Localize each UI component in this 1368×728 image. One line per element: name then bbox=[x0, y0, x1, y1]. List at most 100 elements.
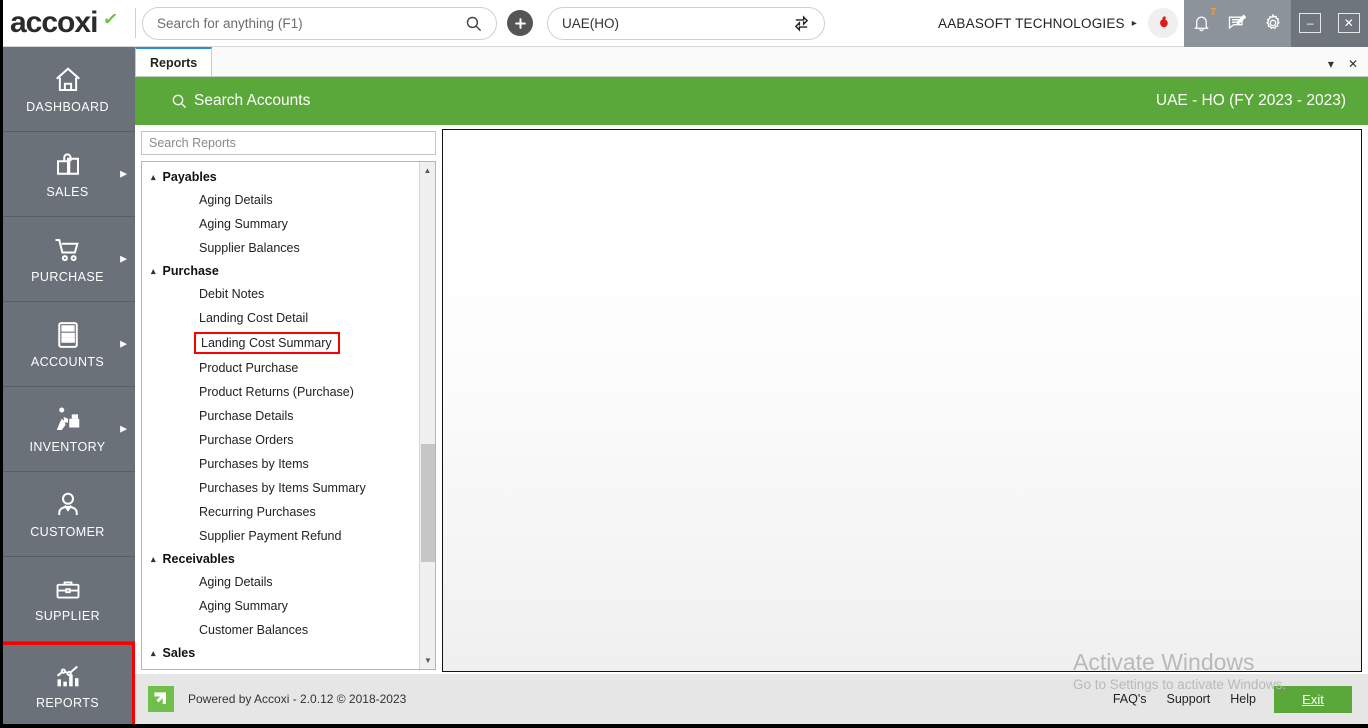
reports-panel: ▴ Payables Aging Details Aging Summary S… bbox=[141, 131, 436, 674]
accoxi-arrow-icon bbox=[148, 686, 174, 712]
tree-item[interactable]: Aging Summary bbox=[142, 212, 420, 236]
app-logo: accoxi ✓ bbox=[0, 8, 135, 38]
sidebar-item-supplier[interactable]: SUPPLIER bbox=[0, 557, 135, 642]
chevron-down-icon[interactable]: ▾ bbox=[1328, 57, 1334, 71]
tree-group-payables[interactable]: ▴ Payables bbox=[142, 166, 420, 188]
tree-group-sales[interactable]: ▴ Sales bbox=[142, 642, 420, 664]
sidebar-label: DASHBOARD bbox=[26, 99, 109, 114]
chevron-up-icon: ▴ bbox=[151, 171, 156, 182]
report-content-area bbox=[442, 129, 1362, 672]
note-edit-icon[interactable] bbox=[1227, 13, 1247, 33]
tree-group-label: Receivables bbox=[162, 552, 235, 566]
window-bottom-edge bbox=[0, 724, 1368, 728]
top-bar: accoxi ✓ UAE(HO) AABASOFT TECHNOLOGIES bbox=[0, 0, 1368, 47]
sidebar-item-sales[interactable]: SALES ▶ bbox=[0, 132, 135, 217]
tree-item[interactable]: Aging Summary bbox=[142, 594, 420, 618]
switch-branch-icon[interactable] bbox=[793, 14, 810, 32]
branch-selector[interactable]: UAE(HO) bbox=[547, 6, 825, 40]
system-tray: 7 bbox=[1184, 0, 1291, 47]
tab-bar: Reports ▾ ✕ bbox=[135, 47, 1368, 77]
tree-group-receivables[interactable]: ▴ Receivables bbox=[142, 548, 420, 570]
close-button[interactable]: ✕ bbox=[1337, 13, 1360, 33]
tree-item[interactable]: Customer Balances bbox=[142, 618, 420, 642]
tab-reports[interactable]: Reports bbox=[135, 47, 213, 76]
exit-button[interactable]: Exit bbox=[1274, 685, 1352, 713]
page-header: Search Accounts UAE - HO (FY 2023 - 2023… bbox=[135, 77, 1368, 125]
tree-item[interactable]: Aging Details bbox=[142, 570, 420, 594]
tab-bar-controls: ▾ ✕ bbox=[1328, 57, 1368, 76]
reports-tree-container: ▴ Payables Aging Details Aging Summary S… bbox=[141, 161, 436, 670]
search-reports-input[interactable] bbox=[149, 136, 428, 150]
gear-icon[interactable] bbox=[1263, 13, 1283, 33]
chevron-right-icon: ▸ bbox=[1131, 17, 1137, 29]
tree-group-purchase[interactable]: ▴ Purchase bbox=[142, 260, 420, 282]
company-selector[interactable]: AABASOFT TECHNOLOGIES ▸ bbox=[938, 8, 1184, 38]
chevron-right-icon: ▶ bbox=[120, 253, 127, 264]
sidebar-item-dashboard[interactable]: DASHBOARD bbox=[0, 47, 135, 132]
footer-link-support[interactable]: Support bbox=[1167, 692, 1211, 706]
page-title: Search Accounts bbox=[194, 92, 311, 109]
tree-item[interactable]: Purchase Details bbox=[142, 404, 420, 428]
page-title-group: Search Accounts bbox=[171, 92, 310, 110]
sidebar-item-customer[interactable]: CUSTOMER bbox=[0, 472, 135, 557]
tree-scrollbar[interactable]: ▲ ▼ bbox=[419, 162, 435, 669]
sidebar: DASHBOARD SALES ▶ PURCHASE ▶ ACCOUNTS ▶ … bbox=[0, 47, 135, 728]
footer-link-faqs[interactable]: FAQ's bbox=[1113, 692, 1147, 706]
add-new-button[interactable] bbox=[507, 10, 533, 36]
sidebar-item-accounts[interactable]: ACCOUNTS ▶ bbox=[0, 302, 135, 387]
reports-search[interactable] bbox=[141, 131, 436, 155]
global-search[interactable] bbox=[142, 6, 497, 40]
branch-value: UAE(HO) bbox=[562, 15, 619, 31]
tree-item[interactable]: Purchases by Items bbox=[142, 452, 420, 476]
tree-group-label: Purchase bbox=[162, 264, 219, 278]
sidebar-item-reports[interactable]: REPORTS bbox=[0, 642, 135, 728]
tree-item[interactable]: Debit Notes bbox=[142, 282, 420, 306]
sidebar-label: ACCOUNTS bbox=[30, 354, 105, 369]
sidebar-label: INVENTORY bbox=[29, 439, 106, 454]
tree-item[interactable]: Aging Details bbox=[142, 188, 420, 212]
sidebar-label: PURCHASE bbox=[31, 269, 104, 284]
company-name: AABASOFT TECHNOLOGIES bbox=[938, 15, 1125, 31]
window-left-edge bbox=[0, 0, 3, 728]
powered-by-label: Powered by Accoxi - 2.0.12 © 2018-2023 bbox=[188, 692, 407, 706]
scrollbar-thumb[interactable] bbox=[421, 444, 435, 562]
fiscal-year-label: UAE - HO (FY 2023 - 2023) bbox=[1155, 92, 1346, 109]
tree-item[interactable]: Purchases by Items Summary bbox=[142, 476, 420, 500]
app-logo-text: accoxi bbox=[10, 6, 98, 39]
footer-link-help[interactable]: Help bbox=[1230, 692, 1256, 706]
sidebar-label: SUPPLIER bbox=[34, 608, 101, 623]
scroll-up-icon[interactable]: ▲ bbox=[420, 162, 435, 179]
tree-item[interactable]: Recurring Purchases bbox=[142, 500, 420, 524]
sidebar-label: CUSTOMER bbox=[30, 524, 105, 539]
window-controls: – ✕ bbox=[1291, 0, 1368, 47]
notification-count: 7 bbox=[1210, 6, 1216, 18]
tree-item[interactable]: Landing Cost Detail bbox=[142, 306, 420, 330]
sidebar-item-purchase[interactable]: PURCHASE ▶ bbox=[0, 217, 135, 302]
check-mark-icon: ✓ bbox=[101, 8, 119, 30]
exit-button-label: Exit bbox=[1302, 691, 1324, 707]
search-icon bbox=[465, 15, 482, 32]
chevron-up-icon: ▴ bbox=[151, 553, 156, 564]
sidebar-label: REPORTS bbox=[36, 695, 99, 710]
footer: Powered by Accoxi - 2.0.12 © 2018-2023 F… bbox=[135, 674, 1368, 724]
tree-item[interactable]: Purchase Orders bbox=[142, 428, 420, 452]
search-input[interactable] bbox=[157, 15, 465, 31]
tree-group-label: Payables bbox=[162, 170, 217, 184]
tree-item-landing-cost-summary[interactable]: Landing Cost Summary bbox=[194, 332, 340, 354]
chevron-right-icon: ▶ bbox=[120, 338, 127, 349]
tree-item-row: Landing Cost Summary bbox=[142, 330, 420, 356]
sidebar-item-inventory[interactable]: INVENTORY ▶ bbox=[0, 387, 135, 472]
tree-item[interactable]: Product Purchase bbox=[142, 356, 420, 380]
scroll-down-icon[interactable]: ▼ bbox=[420, 652, 435, 669]
minimize-button[interactable]: – bbox=[1299, 13, 1322, 33]
tree-item[interactable]: Supplier Payment Refund bbox=[142, 524, 420, 548]
tree-item[interactable]: Product Returns (Purchase) bbox=[142, 380, 420, 404]
chevron-up-icon: ▴ bbox=[151, 647, 156, 658]
bell-icon[interactable]: 7 bbox=[1192, 7, 1216, 33]
chevron-right-icon: ▶ bbox=[120, 168, 127, 179]
avatar[interactable] bbox=[1148, 8, 1178, 38]
application-window: accoxi ✓ UAE(HO) AABASOFT TECHNOLOGIES bbox=[0, 0, 1368, 728]
tree-item[interactable]: Supplier Balances bbox=[142, 236, 420, 260]
close-tab-icon[interactable]: ✕ bbox=[1348, 57, 1358, 71]
footer-links: FAQ's Support Help bbox=[1113, 692, 1256, 706]
